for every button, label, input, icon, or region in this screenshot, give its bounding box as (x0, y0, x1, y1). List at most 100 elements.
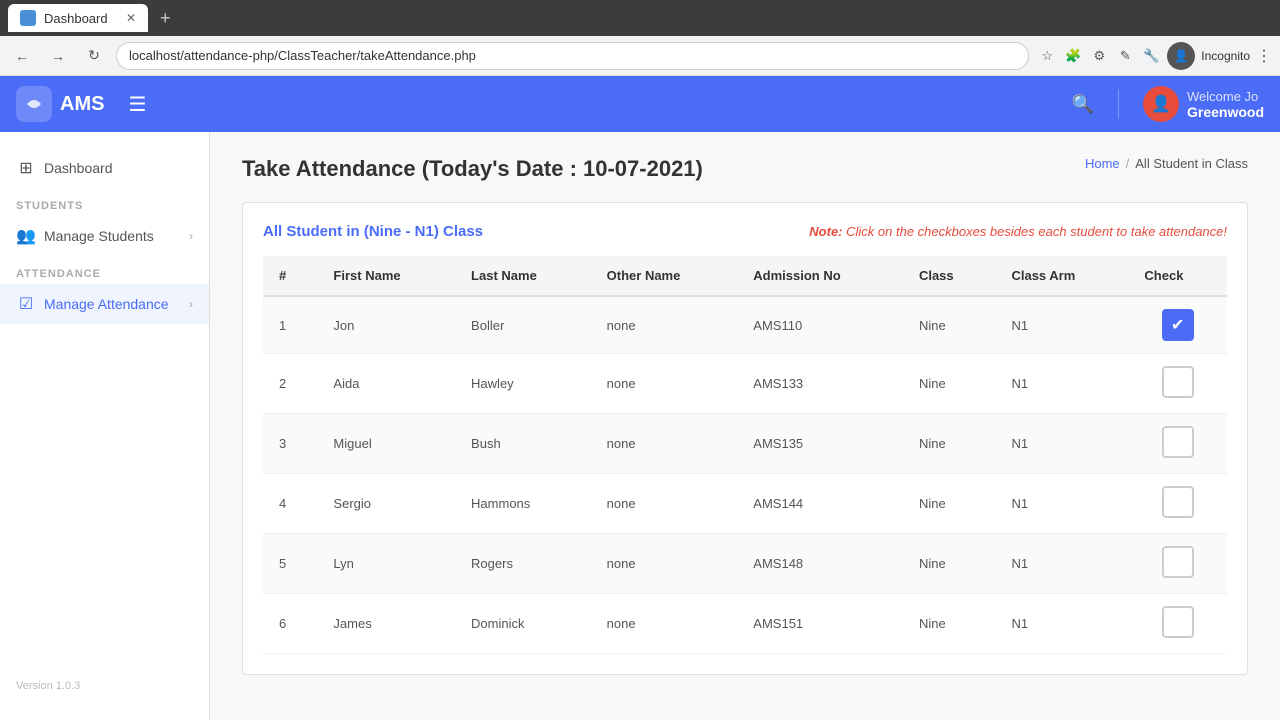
incognito-profile[interactable]: 👤 (1167, 42, 1195, 70)
cell-arm: N1 (995, 474, 1128, 534)
col-admission-no: Admission No (737, 256, 903, 296)
tab-close-button[interactable]: ✕ (126, 11, 136, 25)
breadcrumb-current: All Student in Class (1135, 156, 1248, 171)
sidebar-dashboard-label: Dashboard (44, 160, 193, 176)
sidebar-item-students[interactable]: 👥 Manage Students › (0, 216, 209, 256)
cell-last: Boller (455, 296, 591, 354)
browser-menu-button[interactable]: ⋮ (1256, 46, 1272, 66)
back-button[interactable]: ← (8, 42, 36, 70)
page-header: Take Attendance (Today's Date : 10-07-20… (242, 156, 1248, 182)
cell-other: none (591, 474, 738, 534)
app-container: AMS ☰ 🔍 👤 Welcome Jo Greenwood ⊞ Dashboa… (0, 76, 1280, 720)
cell-arm: N1 (995, 296, 1128, 354)
user-greeting: Welcome Jo (1187, 89, 1264, 104)
cell-num: 2 (263, 354, 317, 414)
breadcrumb-separator: / (1126, 156, 1130, 171)
table-row: 5LynRogersnoneAMS148NineN1 (263, 534, 1227, 594)
table-row: 3MiguelBushnoneAMS135NineN1 (263, 414, 1227, 474)
refresh-button[interactable]: ↻ (80, 42, 108, 70)
cell-class: Nine (903, 414, 996, 474)
extensions-icon[interactable]: 🔧 (1141, 46, 1161, 66)
sidebar-item-dashboard[interactable]: ⊞ Dashboard (0, 148, 209, 188)
cell-other: none (591, 414, 738, 474)
new-tab-button[interactable]: + (160, 8, 171, 29)
hamburger-button[interactable]: ☰ (120, 88, 154, 121)
settings-icon[interactable]: ⚙ (1089, 46, 1109, 66)
content-area: Take Attendance (Today's Date : 10-07-20… (210, 132, 1280, 720)
search-icon[interactable]: 🔍 (1072, 94, 1094, 115)
page-title: Take Attendance (Today's Date : 10-07-20… (242, 156, 703, 182)
browser-icons: ☆ 🧩 ⚙ ✎ 🔧 👤 Incognito ⋮ (1037, 42, 1272, 70)
attendance-checkbox[interactable] (1162, 366, 1194, 398)
cell-first: James (317, 594, 455, 654)
cell-other: none (591, 594, 738, 654)
students-icon: 👥 (16, 226, 36, 246)
sidebar-attendance-label: Manage Attendance (44, 296, 181, 312)
attendance-chevron-icon: › (189, 297, 193, 311)
note-prefix: Note: (809, 224, 846, 239)
students-section-label: STUDENTS (0, 188, 209, 216)
cell-check (1128, 296, 1227, 354)
col-other-name: Other Name (591, 256, 738, 296)
breadcrumb-home-link[interactable]: Home (1085, 156, 1120, 171)
cell-class: Nine (903, 594, 996, 654)
cell-class: Nine (903, 474, 996, 534)
cell-num: 6 (263, 594, 317, 654)
sidebar-version: Version 1.0.3 (0, 668, 209, 704)
cell-last: Rogers (455, 534, 591, 594)
sidebar-students-label: Manage Students (44, 228, 181, 244)
cell-last: Bush (455, 414, 591, 474)
star-icon[interactable]: ☆ (1037, 46, 1057, 66)
cell-num: 5 (263, 534, 317, 594)
nav-divider (1118, 89, 1119, 119)
students-chevron-icon: › (189, 229, 193, 243)
attendance-checkbox[interactable] (1162, 486, 1194, 518)
table-row: 2AidaHawleynoneAMS133NineN1 (263, 354, 1227, 414)
attendance-section-label: ATTENDANCE (0, 256, 209, 284)
browser-chrome: Dashboard ✕ + (0, 0, 1280, 36)
user-area: 👤 Welcome Jo Greenwood (1143, 86, 1264, 122)
col-check: Check (1128, 256, 1227, 296)
col-class: Class (903, 256, 996, 296)
col-last-name: Last Name (455, 256, 591, 296)
extension-icon[interactable]: 🧩 (1063, 46, 1083, 66)
cell-first: Jon (317, 296, 455, 354)
attendance-checkbox[interactable] (1162, 606, 1194, 638)
logo-text: AMS (60, 93, 104, 116)
cell-other: none (591, 534, 738, 594)
table-row: 1JonBollernoneAMS110NineN1 (263, 296, 1227, 354)
attendance-checkbox[interactable] (1162, 309, 1194, 341)
cell-admission: AMS151 (737, 594, 903, 654)
sidebar-item-attendance[interactable]: ☑ Manage Attendance › (0, 284, 209, 324)
cell-check (1128, 534, 1227, 594)
cell-num: 4 (263, 474, 317, 534)
edit-icon[interactable]: ✎ (1115, 46, 1135, 66)
table-row: 6JamesDominicknoneAMS151NineN1 (263, 594, 1227, 654)
browser-tab[interactable]: Dashboard ✕ (8, 4, 148, 32)
address-bar[interactable]: localhost/attendance-php/ClassTeacher/ta… (116, 42, 1029, 70)
forward-button[interactable]: → (44, 42, 72, 70)
cell-num: 3 (263, 414, 317, 474)
user-info: Welcome Jo Greenwood (1187, 89, 1264, 120)
table-head: # First Name Last Name Other Name Admiss… (263, 256, 1227, 296)
attendance-checkbox[interactable] (1162, 546, 1194, 578)
cell-last: Dominick (455, 594, 591, 654)
cell-arm: N1 (995, 354, 1128, 414)
tab-favicon (20, 10, 36, 26)
cell-check (1128, 474, 1227, 534)
incognito-label: Incognito (1201, 49, 1250, 63)
cell-arm: N1 (995, 414, 1128, 474)
cell-class: Nine (903, 534, 996, 594)
table-header-row-el: # First Name Last Name Other Name Admiss… (263, 256, 1227, 296)
incognito-icon: 👤 (1174, 49, 1189, 63)
cell-arm: N1 (995, 594, 1128, 654)
cell-num: 1 (263, 296, 317, 354)
cell-first: Lyn (317, 534, 455, 594)
cell-last: Hammons (455, 474, 591, 534)
cell-other: none (591, 354, 738, 414)
note-body: Click on the checkboxes besides each stu… (846, 224, 1227, 239)
cell-admission: AMS144 (737, 474, 903, 534)
attendance-checkbox[interactable] (1162, 426, 1194, 458)
tab-title: Dashboard (44, 11, 108, 26)
cell-first: Miguel (317, 414, 455, 474)
